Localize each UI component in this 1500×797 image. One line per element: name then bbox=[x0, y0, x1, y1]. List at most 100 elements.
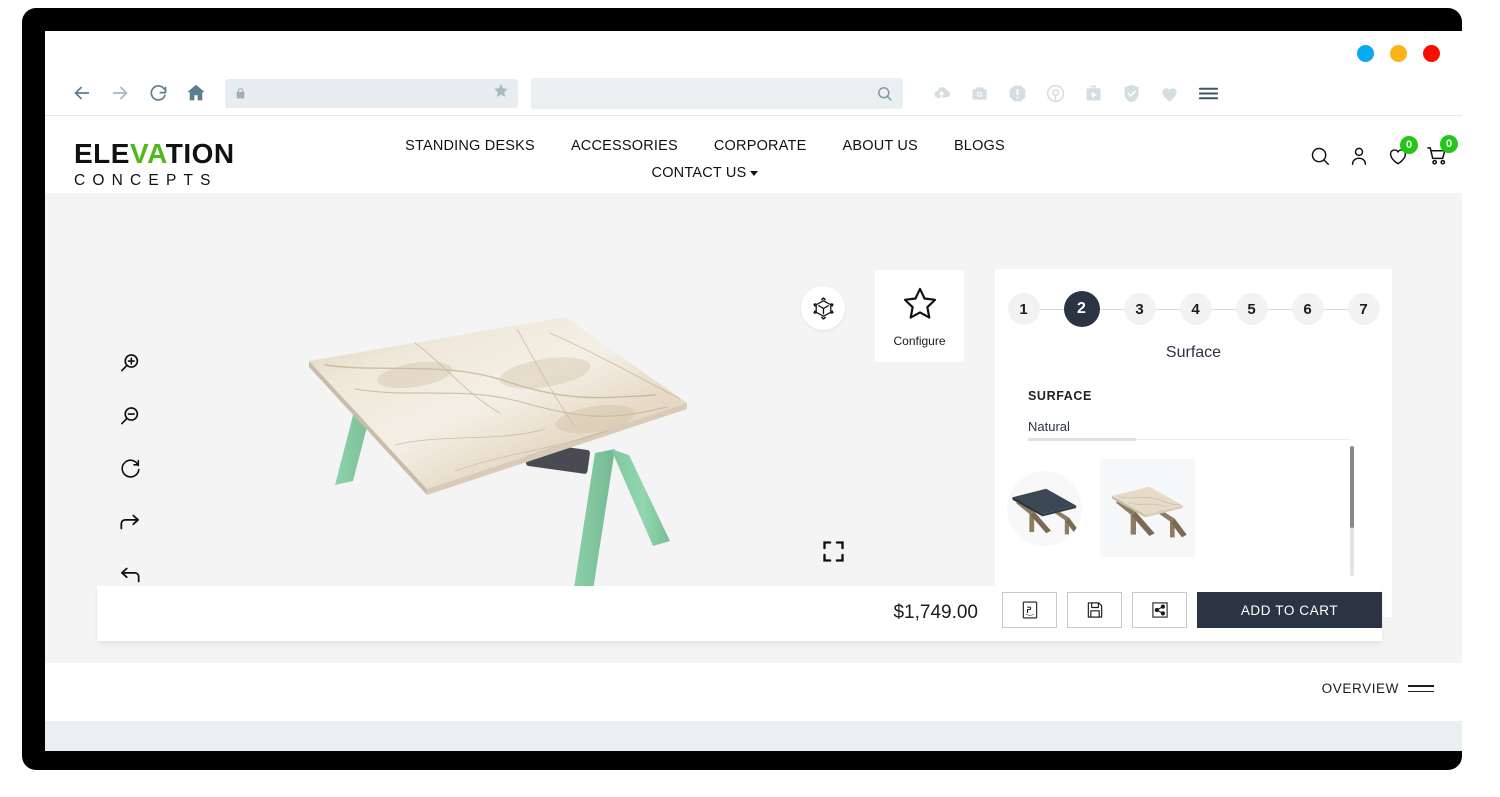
zoom-out-icon[interactable] bbox=[115, 401, 145, 431]
option-tabs: Natural bbox=[1028, 418, 1358, 441]
nav-item-about-us[interactable]: ABOUT US bbox=[842, 138, 917, 154]
nav-item-accessories[interactable]: ACCESSORIES bbox=[571, 138, 678, 154]
step-4[interactable]: 4 bbox=[1179, 293, 1212, 325]
purchase-actions: ‿ ADD TO CART bbox=[1002, 592, 1382, 628]
ar-view-icon[interactable] bbox=[801, 286, 845, 330]
logo-part-3: TION bbox=[165, 138, 235, 169]
reload-button[interactable] bbox=[139, 74, 177, 112]
browser-extensions bbox=[931, 82, 1220, 105]
wishlist-count-badge: 0 bbox=[1400, 135, 1418, 154]
panel-scrollbar[interactable] bbox=[1350, 446, 1354, 576]
nav-item-contact-us[interactable]: CONTACT US bbox=[652, 165, 759, 181]
overview-button[interactable]: OVERVIEW bbox=[1322, 681, 1434, 696]
swatch-marble-desk[interactable] bbox=[1100, 459, 1195, 557]
step-3[interactable]: 3 bbox=[1123, 293, 1156, 325]
broadcast-icon[interactable] bbox=[1045, 83, 1066, 104]
step-7[interactable]: 7 bbox=[1347, 293, 1380, 325]
screenshot-root: ELEVATION CONCEPTS STANDING DESKS ACCESS… bbox=[0, 0, 1500, 797]
share-button[interactable] bbox=[1132, 592, 1187, 628]
reset-rotate-icon[interactable] bbox=[115, 454, 145, 484]
nav-item-blogs[interactable]: BLOGS bbox=[954, 138, 1005, 154]
header-actions: 0 0 bbox=[1309, 135, 1458, 167]
site-header: ELEVATION CONCEPTS STANDING DESKS ACCESS… bbox=[45, 115, 1462, 193]
browser-search-input[interactable] bbox=[531, 77, 903, 109]
logo-part-1: ELE bbox=[74, 138, 130, 169]
step-connector bbox=[1267, 308, 1292, 310]
header-wishlist-icon[interactable]: 0 bbox=[1387, 135, 1418, 167]
search-icon bbox=[876, 85, 893, 102]
add-to-cart-button[interactable]: ADD TO CART bbox=[1197, 592, 1382, 628]
step-1[interactable]: 1 bbox=[1007, 293, 1040, 325]
video-briefcase-icon[interactable] bbox=[1083, 83, 1104, 104]
cart-count-badge: 0 bbox=[1440, 135, 1458, 153]
main-navigation: STANDING DESKS ACCESSORIES CORPORATE ABO… bbox=[405, 138, 1005, 182]
nav-row-primary: STANDING DESKS ACCESSORIES CORPORATE ABO… bbox=[405, 138, 1005, 154]
tab-active-underline bbox=[1028, 438, 1136, 441]
header-cart-icon[interactable]: 0 bbox=[1426, 135, 1458, 167]
lock-icon bbox=[234, 87, 247, 100]
swatch-dark-desk[interactable] bbox=[1007, 470, 1082, 546]
star-icon bbox=[902, 285, 938, 326]
configure-card[interactable]: Configure bbox=[875, 270, 964, 362]
fullscreen-icon[interactable] bbox=[820, 538, 848, 566]
panel-title: Surface bbox=[1165, 344, 1222, 361]
option-group-label: SURFACE bbox=[1028, 389, 1092, 403]
step-6[interactable]: 6 bbox=[1291, 293, 1324, 325]
lines-icon bbox=[1408, 684, 1434, 693]
address-bar[interactable] bbox=[225, 78, 518, 108]
cloud-upload-icon[interactable] bbox=[931, 83, 952, 104]
save-button[interactable] bbox=[1067, 592, 1122, 628]
zoom-in-icon[interactable] bbox=[115, 348, 145, 378]
window-controls bbox=[1357, 45, 1440, 62]
desk-render bbox=[309, 317, 687, 607]
shield-check-icon[interactable] bbox=[1121, 83, 1142, 104]
redo-icon[interactable] bbox=[115, 507, 145, 537]
browser-chrome bbox=[45, 31, 1462, 115]
nav-row-secondary: CONTACT US bbox=[425, 164, 985, 182]
material-swatch-list bbox=[1007, 459, 1392, 557]
footer-band bbox=[45, 721, 1462, 751]
camera-icon[interactable] bbox=[969, 83, 990, 104]
configure-card-label: Configure bbox=[893, 333, 946, 348]
step-2[interactable]: 2 bbox=[1063, 291, 1100, 327]
viewer-toolbar bbox=[115, 348, 145, 590]
swatch-dark-desk-thumb bbox=[1012, 488, 1080, 535]
heart-icon[interactable] bbox=[1159, 83, 1180, 104]
step-connector bbox=[1039, 308, 1064, 310]
header-account-icon[interactable] bbox=[1348, 145, 1370, 167]
overview-label: OVERVIEW bbox=[1321, 681, 1399, 696]
product-price: $1,749.00 bbox=[893, 602, 978, 623]
logo-tagline: CONCEPTS bbox=[74, 172, 218, 189]
close-dot[interactable] bbox=[1423, 45, 1440, 62]
chevron-down-icon bbox=[750, 170, 759, 176]
home-button[interactable] bbox=[177, 74, 215, 112]
nav-item-standing-desks[interactable]: STANDING DESKS bbox=[405, 138, 535, 154]
minimize-dot[interactable] bbox=[1357, 45, 1374, 62]
configurator-panel: 1 2 3 4 5 6 7 Surface SURFACE Natural bbox=[995, 269, 1392, 617]
menu-icon[interactable] bbox=[1197, 82, 1220, 105]
product-3d-view[interactable] bbox=[295, 303, 755, 633]
browser-nav-row bbox=[45, 71, 1462, 115]
step-connector bbox=[1323, 308, 1348, 310]
step-5[interactable]: 5 bbox=[1235, 293, 1268, 325]
download-pdf-button[interactable]: ‿ bbox=[1002, 592, 1057, 628]
browser-viewport: ELEVATION CONCEPTS STANDING DESKS ACCESS… bbox=[45, 31, 1462, 751]
logo-wordmark: ELEVATION bbox=[74, 140, 235, 168]
purchase-bar: $1,749.00 ‿ ADD TO CART bbox=[97, 586, 1382, 641]
site-logo[interactable]: ELEVATION CONCEPTS bbox=[74, 140, 235, 190]
forward-button[interactable] bbox=[101, 74, 139, 112]
header-search-icon[interactable] bbox=[1309, 145, 1331, 167]
overview-strip: OVERVIEW bbox=[45, 663, 1462, 721]
step-connector bbox=[1155, 308, 1180, 310]
panel-scrollbar-thumb[interactable] bbox=[1350, 446, 1354, 528]
nav-item-contact-us-label: CONTACT US bbox=[651, 165, 747, 181]
bookmark-star-icon[interactable] bbox=[493, 83, 509, 104]
back-button[interactable] bbox=[63, 74, 101, 112]
alert-octagon-icon[interactable] bbox=[1007, 83, 1028, 104]
logo-part-accent: VA bbox=[129, 138, 166, 169]
maximize-dot[interactable] bbox=[1390, 45, 1407, 62]
nav-item-corporate[interactable]: CORPORATE bbox=[714, 138, 807, 154]
step-connector bbox=[1211, 308, 1236, 310]
step-connector bbox=[1099, 308, 1124, 310]
swatch-marble-desk-thumb bbox=[1111, 486, 1187, 538]
